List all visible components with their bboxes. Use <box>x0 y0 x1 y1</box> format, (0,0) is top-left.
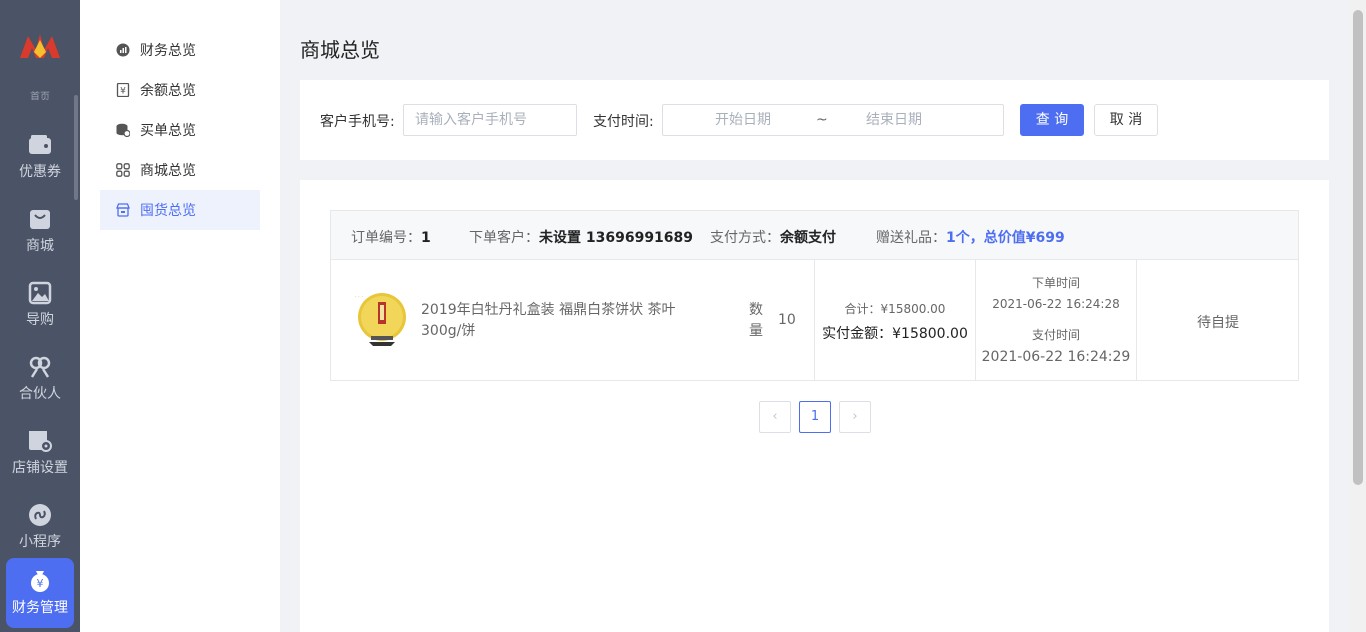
filter-panel: 客户手机号: 请输入客户手机号 支付时间: 开始日期 ~ 结束日期 查 询 取 … <box>300 80 1329 160</box>
rail-item-store-settings[interactable]: 店铺设置 <box>0 422 80 488</box>
order-number: 订单编号：1 <box>351 230 431 246</box>
mini-program-icon <box>29 504 51 526</box>
yuan-doc-icon: ¥ <box>116 83 130 97</box>
subnav-item-label: 买单总览 <box>140 123 196 139</box>
rail-item-label: 小程序 <box>19 534 61 550</box>
pay-time-label: 支付时间 <box>1031 328 1080 342</box>
paid-amount: 实付金额：¥15800.00 <box>822 326 968 342</box>
secondary-sidebar: 财务总览 ¥ 余额总览 买单总览 商城总览 囤货总览 <box>80 0 280 632</box>
orders-panel: 订单编号：1 下单客户：未设置 13696991689 支付方式：余额支付 赠送… <box>300 180 1329 632</box>
date-range-picker[interactable]: 开始日期 ~ 结束日期 <box>662 104 1004 136</box>
end-date-input[interactable]: 结束日期 <box>866 105 922 135</box>
phone-label: 客户手机号: <box>320 114 395 130</box>
subnav-item-mall-overview[interactable]: 商城总览 <box>100 150 260 190</box>
svg-text:¥: ¥ <box>37 577 44 590</box>
rail-item-mini-program[interactable]: 小程序 <box>0 496 80 562</box>
prev-page-button[interactable]: ‹ <box>759 401 791 433</box>
brand-logo-icon[interactable] <box>18 28 62 62</box>
page-scrollbar[interactable] <box>1350 0 1366 632</box>
subnav-item-label: 财务总览 <box>140 43 196 59</box>
quantity-value: 10 <box>778 312 796 328</box>
subnav-item-stock-overview[interactable]: 囤货总览 <box>100 190 260 230</box>
subnav-item-payment-overview[interactable]: 买单总览 <box>100 110 260 150</box>
scrollbar-thumb[interactable] <box>1353 10 1363 485</box>
product-name[interactable]: 2019年白牡丹礼盒装 福鼎白茶饼状 茶叶300g/饼 <box>421 300 701 342</box>
order-status: 待自提 <box>1197 315 1239 331</box>
store-settings-icon <box>29 431 52 452</box>
store-icon <box>116 203 130 217</box>
pay-time: 2021-06-22 16:24:29 <box>981 349 1131 365</box>
time-cell: 下单时间 2021-06-22 16:24:28 支付时间 2021-06-22… <box>975 260 1136 380</box>
product-image[interactable]: · · · <box>351 290 411 348</box>
bag-icon <box>30 210 50 229</box>
subnav-item-label: 余额总览 <box>140 83 196 99</box>
main-rail: 首页 优惠券 商城 导购 合伙人 店铺设置 小程序 ¥ 财务管理 <box>0 0 80 632</box>
order-card: 订单编号：1 下单客户：未设置 13696991689 支付方式：余额支付 赠送… <box>330 210 1299 381</box>
order-header: 订单编号：1 下单客户：未设置 13696991689 支付方式：余额支付 赠送… <box>331 211 1298 260</box>
rail-item-guide[interactable]: 导购 <box>0 274 80 340</box>
cancel-button[interactable]: 取 消 <box>1094 104 1158 136</box>
rail-item-label: 合伙人 <box>19 386 61 402</box>
amount-cell: 合计：¥15800.00 实付金额：¥15800.00 <box>814 260 975 380</box>
pay-time-label: 支付时间: <box>593 114 654 130</box>
order-pay-method: 支付方式：余额支付 <box>710 230 836 246</box>
page-title: 商城总览 <box>300 38 380 62</box>
order-customer: 下单客户：未设置 13696991689 <box>469 230 694 246</box>
phone-input[interactable]: 请输入客户手机号 <box>403 104 577 136</box>
rail-item-label: 店铺设置 <box>12 460 68 476</box>
wallet-icon <box>29 135 51 154</box>
rail-item-label: 导购 <box>26 312 54 328</box>
subnav-item-finance-overview[interactable]: 财务总览 <box>100 30 260 70</box>
rail-item-label: 商城 <box>26 238 54 254</box>
order-time-label: 下单时间 <box>1031 276 1080 290</box>
subnav-item-label: 商城总览 <box>140 163 196 179</box>
date-separator: ~ <box>816 112 828 128</box>
home-label-clipped[interactable]: 首页 <box>28 88 52 100</box>
order-time: 2021-06-22 16:24:28 <box>992 297 1120 311</box>
coins-icon <box>116 123 130 137</box>
rail-item-finance[interactable]: ¥ 财务管理 <box>6 558 74 628</box>
rail-item-label: 优惠券 <box>19 164 61 180</box>
subnav-item-balance-overview[interactable]: ¥ 余额总览 <box>100 70 260 110</box>
next-page-button[interactable]: › <box>839 401 871 433</box>
subnav-item-label: 囤货总览 <box>140 203 196 219</box>
partner-icon <box>29 356 51 378</box>
rail-item-partner[interactable]: 合伙人 <box>0 348 80 414</box>
chart-circle-icon <box>116 43 130 57</box>
page-1-button[interactable]: 1 <box>799 401 831 433</box>
subtotal: 合计：¥15800.00 <box>844 302 946 316</box>
finance-icon: ¥ <box>31 571 49 592</box>
rail-item-label: 财务管理 <box>12 600 68 616</box>
order-gift: 赠送礼品：1个，总价值¥699 <box>876 230 1065 246</box>
image-icon <box>28 281 52 305</box>
query-button[interactable]: 查 询 <box>1020 104 1084 136</box>
svg-text:¥: ¥ <box>120 87 126 97</box>
rail-item-coupons[interactable]: 优惠券 <box>0 126 80 192</box>
quantity-label: 数量 <box>749 302 763 339</box>
start-date-input[interactable]: 开始日期 <box>715 105 771 135</box>
grid-icon <box>116 163 130 177</box>
order-body: · · · 2019年白牡丹礼盒装 福鼎白茶饼状 茶叶300g/饼 数量 10 … <box>331 260 1298 380</box>
status-cell: 待自提 <box>1136 260 1298 380</box>
rail-item-mall[interactable]: 商城 <box>0 200 80 266</box>
svg-text:· · ·: · · · <box>355 294 363 300</box>
